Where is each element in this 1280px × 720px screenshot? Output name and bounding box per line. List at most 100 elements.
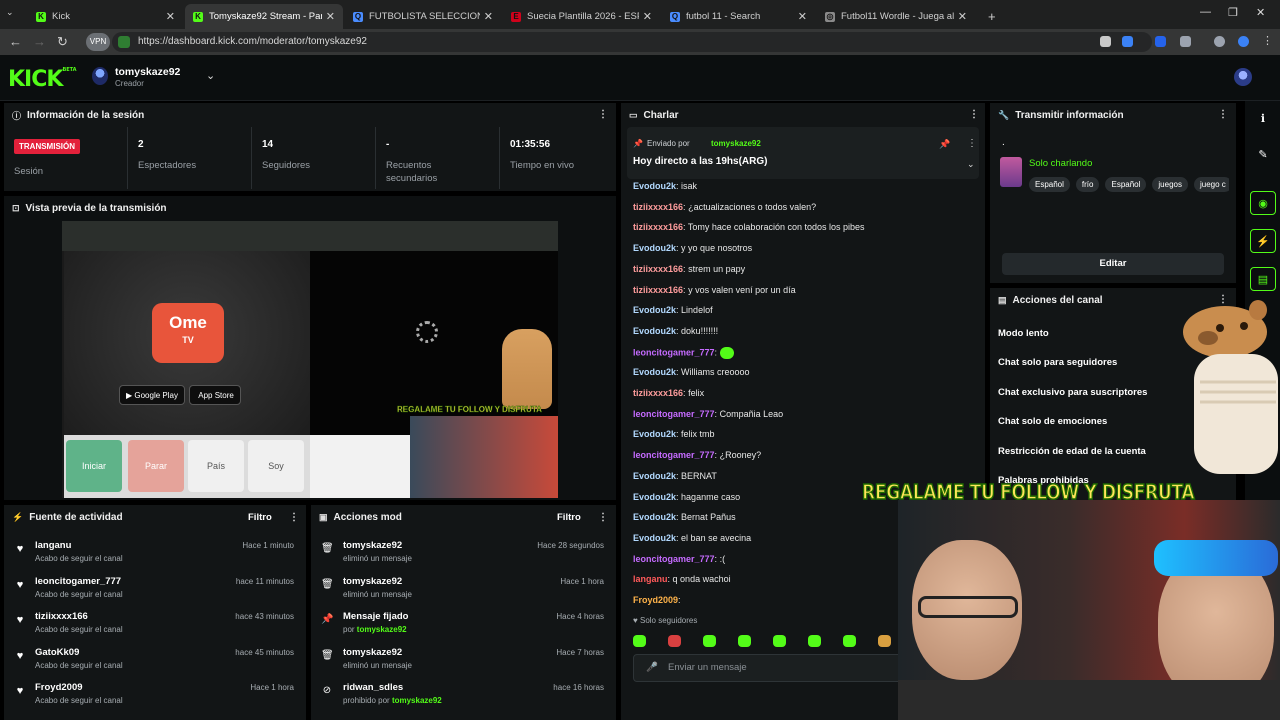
lightning-icon[interactable]: ⚡ [1250,229,1276,253]
chat-username[interactable]: tiziixxxx166 [633,285,683,295]
chevron-down-icon[interactable]: ⌄ [967,159,975,170]
channel-username[interactable]: tomyskaze92 [115,66,180,78]
activity-username[interactable]: leoncitogamer_777 [35,576,121,587]
kick-logo[interactable]: KICKBETA [8,67,77,92]
activity-username[interactable]: Froyd2009 [35,682,83,693]
chat-message[interactable]: Evodou2k: Bernat Pañus [633,512,736,522]
restore-icon[interactable]: ❐ [1228,6,1238,19]
channel-action-item[interactable]: Chat exclusivo para suscriptores [998,387,1147,398]
activity-filter-button[interactable]: Filtro [248,512,272,523]
microphone-icon[interactable]: 🎤 [646,655,658,681]
chat-username[interactable]: Evodou2k [633,367,676,377]
close-tab-icon[interactable]: ✕ [484,10,493,23]
emote-icon[interactable] [633,635,646,647]
user-avatar[interactable] [1234,68,1252,86]
chat-username[interactable]: Froyd2009 [633,595,678,605]
back-icon[interactable]: ← [9,34,22,49]
chat-message[interactable]: leoncitogamer_777: :( [633,554,725,564]
chat-username[interactable]: Evodou2k [633,429,676,439]
info-icon[interactable]: ℹ [1250,107,1276,131]
chat-message[interactable]: Evodou2k: doku!!!!!!! [633,326,718,336]
chat-message[interactable]: Evodou2k: haganme caso [633,492,740,502]
mod-action-row[interactable]: 🗑 tomyskaze92 eliminó un mensaje Hace 28 se… [311,535,616,571]
chat-message[interactable]: leoncitogamer_777: ¿Rooney? [633,450,761,460]
chat-username[interactable]: Evodou2k [633,471,676,481]
chat-message[interactable]: tiziixxxx166: Tomy hace colaboración con… [633,222,865,232]
chat-username[interactable]: langanu [633,574,668,584]
chat-message[interactable]: langanu: q onda wachoi [633,574,731,584]
account-icon[interactable] [1238,36,1249,47]
stream-tag[interactable]: juego c [1193,177,1229,192]
browser-menu-icon[interactable]: ⋮ [1262,34,1273,47]
mod-filter-button[interactable]: Filtro [557,512,581,523]
emote-icon[interactable] [738,635,751,647]
chat-message[interactable]: tiziixxxx166: strem un papy [633,264,745,274]
pencil-icon[interactable]: ✎ [1250,143,1276,167]
activity-row[interactable]: ♥ tiziixxxx166 Acabo de seguir el canal hac… [4,606,306,642]
activity-row[interactable]: ♥ langanu Acabo de seguir el canal Hace 1 m… [4,535,306,571]
mod-action-row[interactable]: 🗑 tomyskaze92 eliminó un mensaje Hace 7 hor… [311,642,616,678]
close-tab-icon[interactable]: ✕ [326,10,335,23]
emote-icon[interactable] [843,635,856,647]
url-field[interactable]: https://dashboard.kick.com/moderator/tom… [112,32,1152,52]
kebab-menu-icon[interactable]: ⋮ [598,109,608,120]
channel-action-item[interactable]: Restricción de edad de la cuenta [998,446,1146,457]
mod-action-title[interactable]: tomyskaze92 [343,540,402,551]
tab-search-icon[interactable]: ⌄ [6,7,14,18]
mod-action-by[interactable]: tomyskaze92 [392,696,442,705]
chat-message[interactable]: Evodou2k: isak [633,181,697,191]
channel-action-item[interactable]: Modo lento [998,328,1049,339]
translate-icon[interactable] [1100,36,1111,47]
chat-username[interactable]: tiziixxxx166 [633,264,683,274]
close-tab-icon[interactable]: ✕ [166,10,175,23]
site-info-icon[interactable] [118,36,130,48]
chat-username[interactable]: Evodou2k [633,305,676,315]
channel-action-item[interactable]: Chat solo de emociones [998,416,1107,427]
chat-message[interactable]: Evodou2k: y yo que nosotros [633,243,752,253]
chat-username[interactable]: Evodou2k [633,533,676,543]
chat-message[interactable]: tiziixxxx166: ¿actualizaciones o todos v… [633,202,816,212]
extensions-puzzle-icon[interactable] [1180,36,1191,47]
activity-row[interactable]: ♥ GatoKk09 Acabo de seguir el canal hace 45… [4,642,306,678]
stream-tag[interactable]: juegos [1152,177,1188,192]
close-window-icon[interactable]: ✕ [1256,6,1265,19]
kebab-menu-icon[interactable]: ⋮ [967,138,977,149]
document-icon[interactable]: ▤ [1250,267,1276,291]
mod-action-title[interactable]: tomyskaze92 [343,647,402,658]
extension-icon[interactable] [1155,36,1166,47]
mod-action-row[interactable]: ⊘ ridwan_sdles prohibido por tomyskaze92 ha… [311,677,616,713]
chat-message[interactable]: tiziixxxx166: y vos valen vení por un dí… [633,285,796,295]
activity-username[interactable]: langanu [35,540,71,551]
avatar[interactable] [92,67,108,85]
chat-username[interactable]: leoncitogamer_777 [633,554,715,564]
tab-5[interactable]: ◎ Futbol11 Wordle - Juega al fútb ✕ [817,4,975,29]
chat-username[interactable]: Evodou2k [633,243,676,253]
emote-icon[interactable] [668,635,681,647]
chat-username[interactable]: Evodou2k [633,492,676,502]
chat-message[interactable]: tiziixxxx166: felix [633,388,704,398]
kebab-menu-icon[interactable]: ⋮ [598,512,608,523]
chat-username[interactable]: Evodou2k [633,326,676,336]
bookmark-star-icon[interactable] [1122,36,1133,47]
chat-username[interactable]: leoncitogamer_777 [633,409,715,419]
tab-1[interactable]: K Tomyskaze92 Stream - Panel de ✕ [185,4,343,29]
chat-message[interactable]: Evodou2k: Williams creoooo [633,367,750,377]
stream-preview-video[interactable]: Ome TV ▶ Google Play App Store Iniciar P… [62,221,558,498]
profile-icon[interactable] [1214,36,1225,47]
stream-tag[interactable]: Español [1029,177,1070,192]
new-tab-button[interactable]: + [980,4,1000,29]
mod-action-row[interactable]: 📌 Mensaje fijado por tomyskaze92 Hace 4 hor… [311,606,616,642]
forward-icon[interactable]: → [33,34,46,49]
close-tab-icon[interactable]: ✕ [798,10,807,23]
chat-username[interactable]: leoncitogamer_777 [633,347,715,357]
chat-username[interactable]: tiziixxxx166 [633,222,683,232]
mod-action-title[interactable]: ridwan_sdles [343,682,403,693]
activity-username[interactable]: tiziixxxx166 [35,611,88,622]
mod-action-title[interactable]: Mensaje fijado [343,611,408,622]
chat-message[interactable]: Evodou2k: Lindelof [633,305,713,315]
emote-icon[interactable] [703,635,716,647]
emote-icon[interactable] [878,635,891,647]
chat-message[interactable]: Froyd2009: [633,595,681,605]
chat-username[interactable]: leoncitogamer_777 [633,450,715,460]
vpn-badge[interactable]: VPN [86,33,110,51]
